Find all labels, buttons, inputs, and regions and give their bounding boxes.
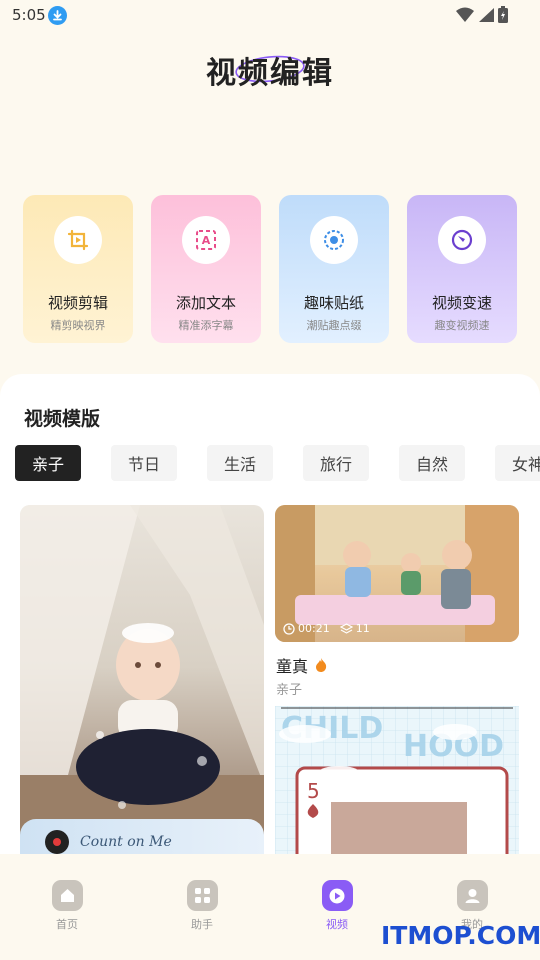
tool-name: 趣味贴纸: [303, 294, 364, 312]
nav-label: 助手: [191, 918, 213, 931]
tool-subtitle: 潮贴趣点缀: [306, 319, 362, 332]
nav-assistant[interactable]: 助手: [172, 880, 232, 932]
template-card-baby[interactable]: Count on Me: [20, 505, 264, 854]
music-strip: Count on Me: [20, 819, 264, 854]
tool-subtitle: 精准添字幕: [178, 319, 234, 332]
tool-speed[interactable]: 视频变速 趣变视频速: [407, 195, 517, 343]
nav-home[interactable]: 首页: [37, 880, 97, 932]
tool-subtitle: 趣变视频速: [434, 319, 490, 332]
music-title: Count on Me: [80, 834, 172, 850]
tool-name: 视频变速: [431, 294, 492, 312]
nav-label: 视频: [326, 918, 348, 931]
nav-video[interactable]: 视频: [307, 880, 367, 932]
status-time: 5:05: [12, 6, 46, 24]
tool-video-clip[interactable]: 视频剪辑 精剪映视界: [23, 195, 133, 343]
template-meta: 00:21 11: [283, 622, 370, 635]
tool-subtitle: 精剪映视界: [50, 319, 106, 332]
status-bar: 5:05: [0, 0, 540, 30]
battery-icon: [498, 6, 508, 23]
category-chips: 亲子 节日 生活 旅行 自然 女神: [15, 445, 540, 482]
layers-text: 11: [355, 622, 370, 635]
template-name[interactable]: 童真: [276, 653, 328, 677]
tool-sticker[interactable]: 趣味贴纸 潮贴趣点缀: [279, 195, 389, 343]
speed-icon: [438, 216, 486, 264]
chip-nature[interactable]: 自然: [399, 445, 465, 481]
crop-play-icon: [54, 216, 102, 264]
text-frame-icon: A: [182, 216, 230, 264]
download-icon: [48, 6, 67, 25]
template-category: 亲子: [276, 683, 303, 698]
duration: 00:21: [283, 622, 330, 635]
chip-parent-child[interactable]: 亲子: [15, 445, 81, 481]
chip-goddess[interactable]: 女神: [495, 445, 540, 481]
clock-icon: [283, 622, 295, 635]
grid-icon: [186, 880, 218, 911]
childhood-art: CHILD HOOD 5: [275, 706, 519, 854]
signal-icon: [479, 7, 494, 22]
system-icons: [456, 6, 508, 23]
home-icon: [51, 880, 83, 911]
vinyl-record-icon: [45, 830, 69, 854]
chip-travel[interactable]: 旅行: [303, 445, 369, 481]
tool-grid: 视频剪辑 精剪映视界 A 添加文本 精准添字幕 趣味贴纸 潮贴趣点缀 视频变速 …: [23, 195, 517, 343]
profile-icon: [456, 880, 488, 911]
baby-photo: [20, 505, 264, 854]
nav-label: 首页: [56, 918, 78, 931]
layers-icon: [339, 622, 353, 634]
template-card-kids[interactable]: 00:21 11: [275, 505, 519, 642]
layers: 11: [339, 622, 370, 635]
svg-text:5: 5: [307, 779, 320, 803]
tool-name: 视频剪辑: [47, 294, 108, 312]
template-sheet: 视频模版 亲子 节日 生活 旅行 自然 女神 Count on Me 00:21…: [0, 374, 540, 854]
duration-text: 00:21: [298, 622, 330, 635]
fire-icon: [316, 658, 327, 672]
chip-holiday[interactable]: 节日: [111, 445, 177, 481]
play-icon: [321, 880, 353, 911]
tool-name: 添加文本: [175, 294, 236, 312]
wifi-icon: [456, 7, 474, 22]
template-name-text: 童真: [276, 657, 309, 676]
chip-life[interactable]: 生活: [207, 445, 273, 481]
page-title: 视频编辑: [206, 56, 334, 91]
template-card-childhood[interactable]: CHILD HOOD 5: [275, 706, 519, 854]
tool-add-text[interactable]: A 添加文本 精准添字幕: [151, 195, 261, 343]
sticker-icon: [310, 216, 358, 264]
watermark: ITMOP.COM: [381, 921, 540, 950]
section-title: 视频模版: [24, 408, 101, 430]
svg-text:A: A: [202, 234, 211, 247]
